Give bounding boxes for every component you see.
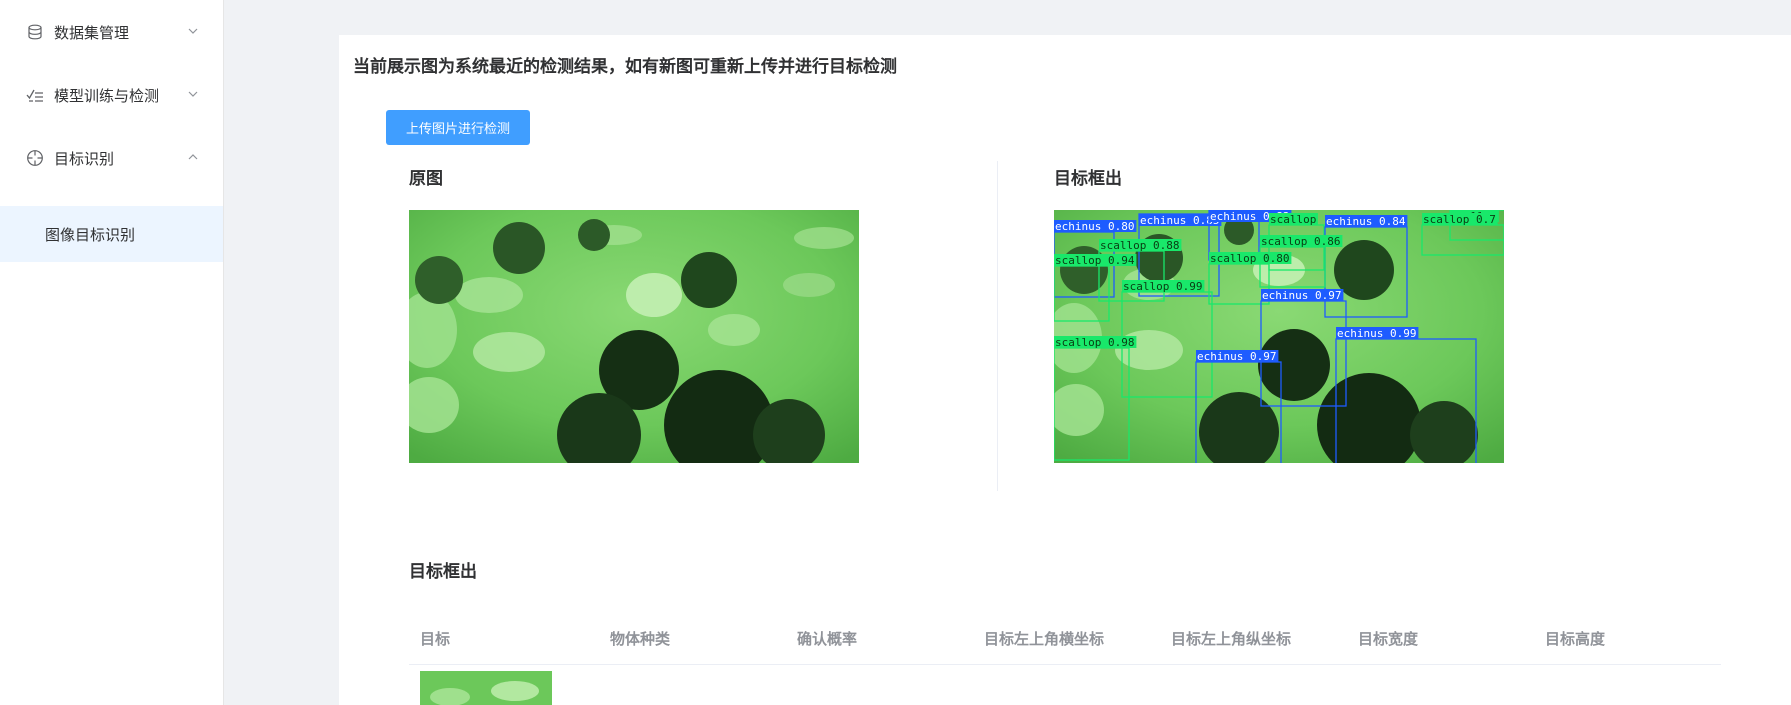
detection-label: scallop 0.94	[1055, 254, 1135, 267]
th-target: 目标	[420, 630, 451, 648]
detection-label: scallop 0.86	[1261, 235, 1340, 248]
chevron-up-icon	[188, 154, 198, 160]
detected-image: echinus 0.80 echinus 0.85 echinus 0.83 scal…	[1054, 210, 1504, 463]
menu-label: 模型训练与检测	[54, 86, 160, 105]
main-panel: 当前展示图为系统最近的检测结果，如有新图可重新上传并进行目标检测 上传图片进行检…	[339, 35, 1791, 705]
checklist-icon	[26, 86, 44, 104]
detection-label: scallop 0.7	[1423, 213, 1496, 226]
detected-image-title: 目标框出	[1054, 169, 1122, 189]
th-width: 目标宽度	[1358, 630, 1419, 648]
detection-label: echinus 0.97	[1262, 289, 1341, 302]
target-icon	[26, 149, 44, 167]
th-confidence: 确认概率	[797, 630, 858, 648]
th-height: 目标高度	[1545, 630, 1606, 648]
detection-label: echinus 0.99	[1337, 327, 1416, 340]
menu-dataset-management[interactable]: 数据集管理	[0, 8, 223, 56]
th-top-left-x: 目标左上角横坐标	[984, 630, 1105, 648]
detection-label: echinus 0.85	[1140, 214, 1219, 227]
menu-label: 数据集管理	[54, 23, 130, 42]
chevron-down-icon	[188, 28, 198, 34]
detection-label: scallop 0.80	[1210, 252, 1289, 265]
database-icon	[26, 23, 44, 41]
original-image-title: 原图	[409, 169, 443, 189]
divider	[997, 161, 998, 491]
table-header: 目标 物体种类 确认概率 目标左上角横坐标 目标左上角纵坐标 目标宽度 目标高度	[409, 615, 1721, 665]
upload-detect-button[interactable]: 上传图片进行检测	[386, 110, 530, 145]
original-image	[409, 210, 859, 463]
chevron-down-icon	[188, 91, 198, 97]
submenu-label: 图像目标识别	[45, 225, 136, 244]
th-top-left-y: 目标左上角纵坐标	[1171, 630, 1292, 648]
th-object-type: 物体种类	[610, 630, 671, 648]
detection-label: echinus 0.97	[1197, 350, 1276, 363]
menu-target-recognition[interactable]: 目标识别	[0, 134, 223, 182]
menu-label: 目标识别	[54, 149, 115, 168]
submenu-image-target-recognition[interactable]: 图像目标识别	[0, 206, 223, 262]
detection-label: echinus 0.80	[1055, 220, 1134, 233]
table-title: 目标框出	[409, 562, 477, 582]
detection-label: scallop	[1270, 213, 1316, 226]
notice-text: 当前展示图为系统最近的检测结果，如有新图可重新上传并进行目标检测	[353, 57, 897, 77]
menu-model-training[interactable]: 模型训练与检测	[0, 71, 223, 119]
detection-label: echinus 0.84	[1326, 215, 1406, 228]
sidebar: 数据集管理 模型训练与检测 目标识别 图像目标识别	[0, 0, 224, 705]
detection-label: scallop 0.99	[1123, 280, 1202, 293]
detection-label: scallop 0.88	[1100, 239, 1179, 252]
detection-label: scallop 0.98	[1055, 336, 1134, 349]
target-thumbnail	[420, 671, 552, 705]
